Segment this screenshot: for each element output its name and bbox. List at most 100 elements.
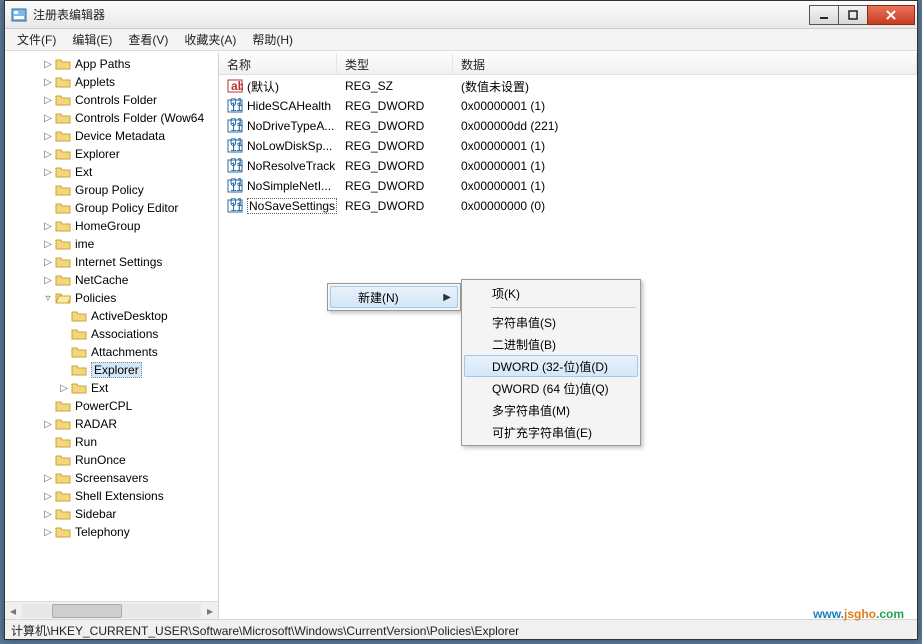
tree-item[interactable]: Attachments	[5, 343, 218, 361]
minimize-button[interactable]	[809, 5, 839, 25]
list-row[interactable]: ab(默认)REG_SZ(数值未设置)	[219, 76, 917, 96]
context-item[interactable]: 可扩充字符串值(E)	[464, 421, 638, 443]
tree-item[interactable]: ▷Screensavers	[5, 469, 218, 487]
menu-file[interactable]: 文件(F)	[9, 29, 64, 50]
cell-name: ab(默认)	[219, 78, 337, 95]
context-item[interactable]: DWORD (32-位)值(D)	[464, 355, 638, 377]
list-row[interactable]: 011110HideSCAHealthREG_DWORD0x00000001 (…	[219, 96, 917, 116]
tree-expander-icon[interactable]	[57, 345, 71, 359]
tree-hscrollbar[interactable]: ◂ ▸	[5, 601, 218, 619]
titlebar[interactable]: 注册表编辑器	[5, 1, 917, 29]
tree-expander-icon[interactable]	[57, 309, 71, 323]
cell-data: 0x00000001 (1)	[453, 99, 917, 113]
tree-item[interactable]: ▷Ext	[5, 163, 218, 181]
context-item-new[interactable]: 新建(N) ▶	[330, 286, 458, 308]
list-row[interactable]: 011110NoLowDiskSp...REG_DWORD0x00000001 …	[219, 136, 917, 156]
tree-item[interactable]: ▷ Shell Extensions	[5, 487, 218, 505]
tree-expander-icon[interactable]	[41, 399, 55, 413]
tree-item[interactable]: ▷Sidebar	[5, 505, 218, 523]
tree-expander-icon[interactable]: ▷	[41, 165, 55, 179]
cell-data: 0x00000001 (1)	[453, 179, 917, 193]
tree-expander-icon[interactable]: ▷	[41, 489, 55, 503]
tree-item[interactable]: ▷Explorer	[5, 145, 218, 163]
tree-expander-icon[interactable]: ▷	[41, 237, 55, 251]
tree-item-label: Explorer	[91, 362, 142, 378]
tree-item[interactable]: Associations	[5, 325, 218, 343]
tree-item[interactable]: Group Policy	[5, 181, 218, 199]
tree-item[interactable]: Explorer	[5, 361, 218, 379]
tree-expander-icon[interactable]: ▷	[41, 57, 55, 71]
list-row[interactable]: 011110NoSaveSettingsREG_DWORD0x00000000 …	[219, 196, 917, 216]
tree-expander-icon[interactable]: ▷	[41, 471, 55, 485]
tree-item-label: HomeGroup	[75, 219, 140, 233]
tree-item[interactable]: ▷RADAR	[5, 415, 218, 433]
tree-expander-icon[interactable]: ▷	[57, 381, 71, 395]
menu-edit[interactable]: 编辑(E)	[64, 29, 120, 50]
tree-scroll[interactable]: ▷App Paths▷Applets▷Controls Folder▷Contr…	[5, 53, 218, 601]
context-item[interactable]: 字符串值(S)	[464, 311, 638, 333]
menu-help[interactable]: 帮助(H)	[244, 29, 301, 50]
tree-item-label: Group Policy	[75, 183, 144, 197]
tree-expander-icon[interactable]: ▷	[41, 129, 55, 143]
tree-expander-icon[interactable]	[41, 435, 55, 449]
column-header-data[interactable]: 数据	[453, 53, 917, 74]
folder-icon	[71, 381, 87, 395]
tree-item[interactable]: Run	[5, 433, 218, 451]
column-header-name[interactable]: 名称	[219, 53, 337, 74]
context-item[interactable]: 二进制值(B)	[464, 333, 638, 355]
tree-item[interactable]: ▷Internet Settings	[5, 253, 218, 271]
tree-expander-icon[interactable]	[41, 453, 55, 467]
tree-expander-icon[interactable]: ▷	[41, 93, 55, 107]
close-button[interactable]	[867, 5, 915, 25]
folder-icon	[55, 57, 71, 71]
context-item[interactable]: 项(K)	[464, 282, 638, 304]
list-row[interactable]: 011110NoResolveTrackREG_DWORD0x00000001 …	[219, 156, 917, 176]
scroll-track[interactable]	[22, 604, 201, 618]
scroll-left-icon[interactable]: ◂	[5, 603, 21, 619]
tree-expander-icon[interactable]	[57, 363, 71, 377]
tree-expander-icon[interactable]: ▿	[41, 291, 55, 305]
column-header-type[interactable]: 类型	[337, 53, 453, 74]
context-item[interactable]: QWORD (64 位)值(Q)	[464, 377, 638, 399]
list-rows[interactable]: ab(默认)REG_SZ(数值未设置)011110HideSCAHealthRE…	[219, 75, 917, 217]
tree-item[interactable]: RunOnce	[5, 451, 218, 469]
tree-item[interactable]: PowerCPL	[5, 397, 218, 415]
list-row[interactable]: 011110NoDriveTypeA...REG_DWORD0x000000dd…	[219, 116, 917, 136]
tree-item[interactable]: ActiveDesktop	[5, 307, 218, 325]
tree-item[interactable]: ▷Controls Folder	[5, 91, 218, 109]
tree-expander-icon[interactable]: ▷	[41, 525, 55, 539]
tree-expander-icon[interactable]: ▷	[41, 219, 55, 233]
menu-view[interactable]: 查看(V)	[120, 29, 176, 50]
tree-expander-icon[interactable]: ▷	[41, 273, 55, 287]
tree-item[interactable]: ▷Device Metadata	[5, 127, 218, 145]
tree-item[interactable]: ▷ Ext	[5, 379, 218, 397]
tree-item[interactable]: ▷ HomeGroup	[5, 217, 218, 235]
tree-expander-icon[interactable]: ▷	[41, 75, 55, 89]
tree-expander-icon[interactable]	[41, 201, 55, 215]
tree-expander-icon[interactable]	[57, 327, 71, 341]
tree-expander-icon[interactable]: ▷	[41, 111, 55, 125]
tree-expander-icon[interactable]: ▷	[41, 417, 55, 431]
tree-item[interactable]: ▷ime	[5, 235, 218, 253]
maximize-button[interactable]	[838, 5, 868, 25]
tree-item-label: Shell Extensions	[75, 489, 164, 503]
tree-expander-icon[interactable]	[41, 183, 55, 197]
tree-item[interactable]: ▷Applets	[5, 73, 218, 91]
tree-expander-icon[interactable]: ▷	[41, 507, 55, 521]
list-row[interactable]: 011110NoSimpleNetI...REG_DWORD0x00000001…	[219, 176, 917, 196]
tree-item-label: Ext	[91, 381, 108, 395]
tree-item[interactable]: ▷App Paths	[5, 55, 218, 73]
tree-item[interactable]: ▷Controls Folder (Wow64	[5, 109, 218, 127]
cell-data: (数值未设置)	[453, 78, 917, 95]
tree-item[interactable]: ▷Telephony	[5, 523, 218, 541]
tree-expander-icon[interactable]: ▷	[41, 255, 55, 269]
value-name: NoLowDiskSp...	[247, 139, 332, 153]
scroll-right-icon[interactable]: ▸	[202, 603, 218, 619]
context-item[interactable]: 多字符串值(M)	[464, 399, 638, 421]
tree-item[interactable]: ▷NetCache	[5, 271, 218, 289]
scroll-thumb[interactable]	[52, 604, 122, 618]
tree-item[interactable]: Group Policy Editor	[5, 199, 218, 217]
tree-item[interactable]: ▿Policies	[5, 289, 218, 307]
menu-favorites[interactable]: 收藏夹(A)	[176, 29, 244, 50]
tree-expander-icon[interactable]: ▷	[41, 147, 55, 161]
